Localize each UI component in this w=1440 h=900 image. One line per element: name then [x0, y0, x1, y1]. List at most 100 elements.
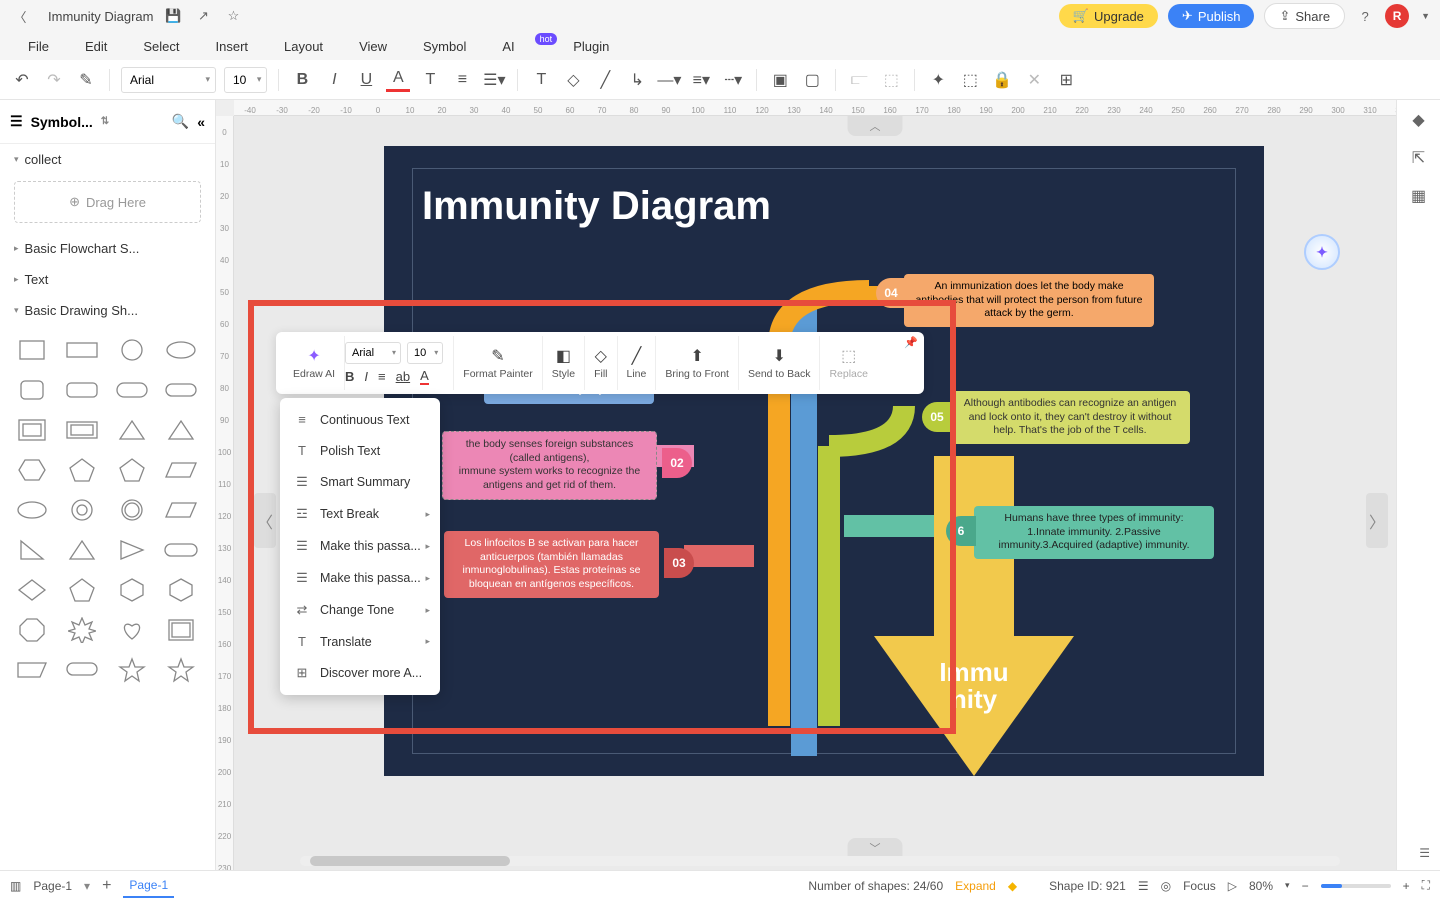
- menu-file[interactable]: File: [28, 39, 49, 54]
- shape-donut[interactable]: [62, 494, 102, 526]
- callout-05[interactable]: Although antibodies can recognize an ant…: [950, 391, 1190, 444]
- search-icon[interactable]: 🔍: [172, 113, 189, 130]
- ctx-polish-text[interactable]: TPolish Text: [280, 435, 440, 466]
- font-size-select[interactable]: 10: [224, 67, 267, 93]
- ft-send-back[interactable]: ⬇Send to Back: [739, 336, 820, 390]
- shape-star2[interactable]: [161, 654, 201, 686]
- next-slide-icon[interactable]: 〉: [1366, 493, 1388, 548]
- shape-hex3[interactable]: [161, 574, 201, 606]
- settings-icon[interactable]: ☰: [1419, 846, 1430, 860]
- page-tab-active[interactable]: Page-1: [123, 874, 174, 898]
- ctx-text-break[interactable]: ☲Text Break▸: [280, 498, 440, 530]
- library-icon[interactable]: ☰: [10, 113, 23, 130]
- bring-front-icon[interactable]: ▣: [768, 68, 792, 92]
- ft-format-painter[interactable]: ✎Format Painter: [454, 336, 542, 390]
- shape-roundrect[interactable]: [62, 374, 102, 406]
- send-back-icon[interactable]: ▢: [800, 68, 824, 92]
- shape-star[interactable]: [112, 654, 152, 686]
- collapse-icon[interactable]: ⇅: [101, 116, 109, 127]
- ai-assistant-icon[interactable]: ✦: [1304, 234, 1340, 270]
- ft-case-icon[interactable]: ab: [396, 369, 410, 384]
- zoom-in-icon[interactable]: +: [1403, 879, 1410, 893]
- ctx-change-tone[interactable]: ⇄Change Tone▸: [280, 594, 440, 626]
- ft-bold-icon[interactable]: B: [345, 369, 354, 384]
- shape-burst[interactable]: [62, 614, 102, 646]
- save-icon[interactable]: 💾: [163, 6, 183, 26]
- page-tab-left[interactable]: Page-1: [33, 879, 72, 893]
- zoom-slider[interactable]: [1321, 884, 1391, 888]
- format-painter-icon[interactable]: ✎: [74, 68, 98, 92]
- lock-icon[interactable]: 🔒: [990, 68, 1014, 92]
- shape-square[interactable]: [12, 334, 52, 366]
- ctx-make-this-passa-[interactable]: ☰Make this passa...▸: [280, 530, 440, 562]
- ctx-continuous-text[interactable]: ≡Continuous Text: [280, 404, 440, 435]
- diagram-page[interactable]: Immunity Diagram Immu nity: [384, 146, 1264, 776]
- grid-icon[interactable]: ▦: [1411, 186, 1426, 206]
- collapse-panel-icon[interactable]: «: [197, 114, 205, 130]
- shape-diamond[interactable]: [12, 574, 52, 606]
- shape-oval[interactable]: [12, 494, 52, 526]
- shape-frame3[interactable]: [161, 614, 201, 646]
- shape-oct[interactable]: [12, 614, 52, 646]
- shape-callout[interactable]: [62, 654, 102, 686]
- share-button[interactable]: ⇪ Share: [1264, 3, 1345, 29]
- shape-pill[interactable]: [161, 374, 201, 406]
- redo-icon[interactable]: ↷: [42, 68, 66, 92]
- shape-circle[interactable]: [112, 334, 152, 366]
- shape-triangle2[interactable]: [161, 414, 201, 446]
- font-color-icon[interactable]: A: [386, 68, 410, 92]
- magic-icon[interactable]: ✦: [926, 68, 950, 92]
- shape-ring[interactable]: [112, 494, 152, 526]
- menu-view[interactable]: View: [359, 39, 387, 54]
- open-external-icon[interactable]: ↗: [193, 6, 213, 26]
- ctx-smart-summary[interactable]: ☰Smart Summary: [280, 466, 440, 498]
- shape-roundsq[interactable]: [12, 374, 52, 406]
- shape-tri-rt[interactable]: [112, 534, 152, 566]
- page-layout-icon[interactable]: ▥: [10, 879, 21, 893]
- page-dropdown-icon[interactable]: ▾: [84, 879, 90, 893]
- tools-icon[interactable]: ✕: [1022, 68, 1046, 92]
- ft-color-icon[interactable]: A: [420, 368, 429, 385]
- italic-icon[interactable]: I: [322, 68, 346, 92]
- align-left-icon[interactable]: ⫍: [847, 68, 871, 92]
- shape-triangle[interactable]: [112, 414, 152, 446]
- shape-para[interactable]: [161, 454, 201, 486]
- menu-select[interactable]: Select: [143, 39, 179, 54]
- ft-line[interactable]: ╱Line: [618, 336, 657, 390]
- zoom-value[interactable]: 80%: [1249, 879, 1273, 893]
- shape-para2[interactable]: [161, 494, 201, 526]
- ctx-discover-more-a-[interactable]: ⊞Discover more A...: [280, 657, 440, 689]
- section-flowchart[interactable]: Basic Flowchart S...: [0, 233, 215, 264]
- shape-hex2[interactable]: [112, 574, 152, 606]
- crop-icon[interactable]: ⬚: [958, 68, 982, 92]
- line-color-icon[interactable]: ╱: [593, 68, 617, 92]
- undo-icon[interactable]: ↶: [10, 68, 34, 92]
- horizontal-scrollbar[interactable]: [300, 856, 1340, 866]
- ft-size[interactable]: 10: [407, 342, 443, 364]
- highlight-icon[interactable]: T: [418, 68, 442, 92]
- fullscreen-icon[interactable]: ⛶: [1422, 878, 1430, 893]
- back-icon[interactable]: 〈: [10, 6, 30, 26]
- callout-06[interactable]: Humans have three types of immunity: 1.I…: [974, 506, 1214, 559]
- section-collect[interactable]: collect: [0, 144, 215, 175]
- text-box-icon[interactable]: T: [529, 68, 553, 92]
- shape-tri-r[interactable]: [12, 534, 52, 566]
- menu-insert[interactable]: Insert: [216, 39, 249, 54]
- shape-frame[interactable]: [12, 414, 52, 446]
- shape-rect[interactable]: [62, 334, 102, 366]
- shape-tri-up[interactable]: [62, 534, 102, 566]
- shape-frame2[interactable]: [62, 414, 102, 446]
- callout-04[interactable]: An immunization does let the body make a…: [904, 274, 1154, 327]
- dash-style-icon[interactable]: ┄▾: [721, 68, 745, 92]
- ft-font[interactable]: Arial: [345, 342, 401, 364]
- theme-icon[interactable]: ◆: [1412, 110, 1424, 130]
- collapse-bottom-icon[interactable]: ﹀: [848, 838, 903, 858]
- connector-icon[interactable]: ↳: [625, 68, 649, 92]
- line-spacing-icon[interactable]: ☰▾: [482, 68, 506, 92]
- upgrade-button[interactable]: 🛒 Upgrade: [1059, 4, 1158, 28]
- focus-icon[interactable]: ◎: [1161, 879, 1171, 893]
- shape-heart[interactable]: [112, 614, 152, 646]
- shape-pent3[interactable]: [62, 574, 102, 606]
- avatar-caret[interactable]: ▼: [1421, 11, 1430, 21]
- prev-slide-icon[interactable]: 〈: [254, 493, 276, 548]
